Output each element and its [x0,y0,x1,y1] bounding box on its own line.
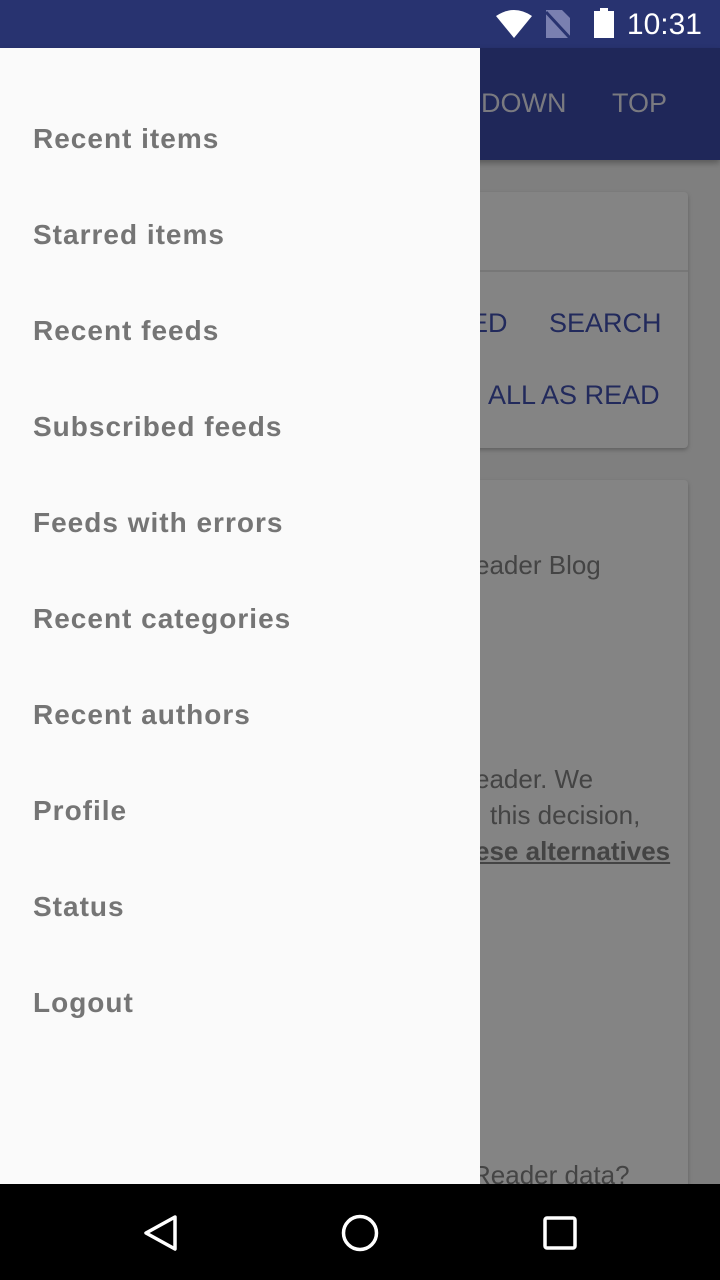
drawer-item-recent-items[interactable]: Recent items [33,119,219,159]
battery-icon [594,8,614,38]
drawer-item-feeds-with-errors[interactable]: Feeds with errors [33,503,283,543]
drawer-item-recent-authors[interactable]: Recent authors [33,695,251,735]
body-text: eader. We [475,764,594,794]
body-text: this decision, [490,800,641,830]
mark-all-read-button[interactable]: ALL AS READ [488,380,660,411]
alternatives-link[interactable]: ese alternatives [475,836,670,867]
blog-title: eader Blog [475,550,601,580]
scroll-down-button[interactable]: DOWN [481,88,566,119]
search-button[interactable]: SEARCH [549,308,662,339]
clock: 10:31 [626,8,702,41]
wifi-icon [496,10,532,38]
drawer-item-profile[interactable]: Profile [33,791,127,831]
drawer-item-recent-feeds[interactable]: Recent feeds [33,311,219,351]
status-bar: 10:31 [0,0,720,48]
no-sim-icon [546,10,570,38]
drawer-item-recent-categories[interactable]: Recent categories [33,599,291,639]
scroll-top-button[interactable]: TOP [612,88,667,119]
drawer-item-status[interactable]: Status [33,887,125,927]
back-icon[interactable] [142,1214,178,1257]
drawer-item-logout[interactable]: Logout [33,983,134,1023]
drawer-item-starred-items[interactable]: Starred items [33,215,225,255]
drawer-item-subscribed-feeds[interactable]: Subscribed feeds [33,407,282,447]
navigation-drawer: Recent items Starred items Recent feeds … [0,48,480,1184]
home-icon[interactable] [341,1214,379,1257]
recents-icon[interactable] [543,1216,577,1255]
navigation-bar [0,1184,720,1280]
